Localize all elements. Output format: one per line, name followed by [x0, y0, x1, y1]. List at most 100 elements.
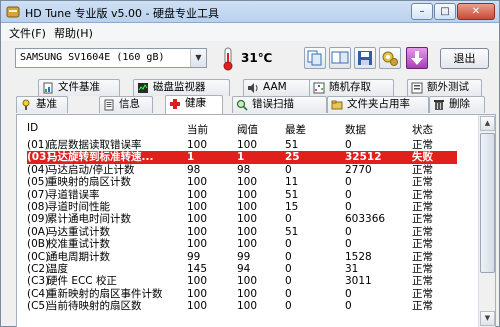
row-attribute-name: 通电周期计数	[47, 250, 110, 263]
row-data: 31	[345, 262, 359, 275]
tab-label: 信息	[119, 98, 140, 110]
maximize-button[interactable]: □	[434, 3, 456, 20]
row-threshold: 1	[237, 151, 245, 164]
row-current: 100	[187, 238, 208, 251]
table-row[interactable]: (09) 累计通电时间计数 100 100 0 603366 正常	[27, 213, 457, 225]
row-current: 98	[187, 163, 201, 176]
table-row[interactable]: (04) 马达启动/停止计数 98 98 0 2770 正常	[27, 164, 457, 176]
col-worst-header[interactable]: 最差	[285, 122, 306, 137]
row-threshold: 100	[237, 225, 258, 238]
row-attribute-name: 寻道错误率	[47, 188, 100, 201]
row-data: 0	[345, 200, 352, 213]
menu-help[interactable]: 帮助(H)	[54, 25, 93, 41]
row-id: (C3)	[27, 275, 50, 288]
col-threshold-header[interactable]: 阈值	[237, 122, 258, 137]
copy-all-button[interactable]	[329, 47, 351, 69]
row-threshold: 100	[237, 176, 258, 189]
tab-benchmark[interactable]: 基准	[16, 96, 68, 113]
window-controls: – □ ✕	[411, 3, 495, 21]
row-current: 100	[187, 176, 208, 189]
tab-row-2: 基准 信息 健康 错误扫描 文件夹占用率 删除	[16, 95, 496, 114]
row-worst: 0	[285, 275, 292, 288]
smart-table-header: ID 当前 阈值 最差 数据 状态	[27, 122, 457, 138]
scroll-down-icon[interactable]: ▼	[480, 311, 495, 326]
exit-button[interactable]: 退出	[440, 48, 489, 69]
row-current: 100	[187, 213, 208, 226]
table-row[interactable]: (03) 马达旋转到标准转速... 1 1 25 32512 失败	[27, 151, 457, 164]
table-row[interactable]: (0C) 通电周期计数 99 99 0 1528 正常	[27, 251, 457, 263]
row-attribute-name: 马达重试计数	[47, 225, 110, 238]
row-status: 正常	[412, 250, 433, 263]
row-current: 145	[187, 262, 208, 275]
row-threshold: 98	[237, 163, 251, 176]
folder-usage-icon	[331, 100, 343, 110]
table-row[interactable]: (08) 寻道时间性能 100 100 15 0 正常	[27, 201, 457, 213]
row-id: (0B)	[27, 238, 50, 251]
scroll-up-icon[interactable]: ▲	[480, 116, 495, 131]
row-attribute-name: 重新映射的扇区事件计数	[47, 287, 163, 300]
row-data: 1528	[345, 250, 372, 263]
col-id-header[interactable]: ID	[27, 122, 38, 134]
drive-select[interactable]: SAMSUNG SV1604E (160 gB) ▼	[15, 48, 207, 68]
tab-label: 删除	[449, 98, 470, 110]
tab-label: 文件夹占用率	[347, 98, 410, 110]
row-data: 32512	[345, 151, 382, 164]
row-status: 正常	[412, 225, 433, 238]
row-current: 100	[187, 188, 208, 201]
table-row[interactable]: (C4) 重新映射的扇区事件计数 100 100 0 0 正常	[27, 288, 457, 300]
table-row[interactable]: (C2) 温度 145 94 0 31 正常	[27, 263, 457, 275]
row-status: 正常	[412, 287, 433, 300]
thermometer-icon	[223, 47, 233, 71]
row-threshold: 100	[237, 213, 258, 226]
col-current-header[interactable]: 当前	[187, 122, 208, 137]
row-data: 0	[345, 287, 352, 300]
options-button[interactable]	[379, 47, 401, 69]
close-button[interactable]: ✕	[457, 3, 495, 20]
menu-file[interactable]: 文件(F)	[9, 25, 46, 41]
table-row[interactable]: (0B) 校准重试计数 100 100 0 0 正常	[27, 238, 457, 250]
col-status-header[interactable]: 状态	[412, 122, 433, 137]
table-row[interactable]: (01) 底层数据读取错误率 100 100 51 0 正常	[27, 139, 457, 151]
minimize-button[interactable]: –	[411, 3, 433, 20]
title-bar: HD Tune 专业版 v5.00 - 硬盘专业工具 – □ ✕	[1, 1, 499, 23]
row-id: (07)	[27, 188, 49, 201]
tab-random-access[interactable]: 随机存取	[309, 79, 394, 96]
vertical-scrollbar[interactable]: ▲ ▼	[478, 115, 495, 327]
col-data-header[interactable]: 数据	[345, 122, 366, 137]
erase-icon	[434, 100, 444, 110]
chevron-down-icon[interactable]: ▼	[190, 49, 206, 67]
table-row[interactable]: (0A) 马达重试计数 100 100 51 0 正常	[27, 226, 457, 238]
scroll-thumb[interactable]	[480, 133, 495, 273]
down-arrow-button[interactable]	[406, 47, 428, 69]
row-threshold: 100	[237, 139, 258, 151]
table-row[interactable]: (C3) 硬件 ECC 校正 100 100 0 3011 正常	[27, 275, 457, 287]
row-current: 1	[187, 151, 195, 164]
row-worst: 0	[285, 163, 292, 176]
save-button[interactable]	[354, 47, 376, 69]
window-title: HD Tune 专业版 v5.00 - 硬盘专业工具	[25, 7, 219, 20]
tab-file-benchmark[interactable]: 文件基准	[38, 79, 120, 96]
tab-erase[interactable]: 删除	[429, 96, 485, 113]
row-attribute-name: 重映射的扇区计数	[47, 176, 131, 189]
error-scan-icon	[236, 99, 248, 111]
tab-error-scan[interactable]: 错误扫描	[232, 96, 327, 113]
floppy-disk-icon	[358, 51, 372, 65]
row-data: 0	[345, 300, 352, 313]
tab-aam[interactable]: AAM	[243, 79, 315, 96]
tab-label: AAM	[263, 81, 287, 93]
table-row[interactable]: (05) 重映射的扇区计数 100 100 11 0 正常	[27, 176, 457, 188]
table-row[interactable]: (07) 寻道错误率 100 100 51 0 正常	[27, 189, 457, 201]
tab-health[interactable]: 健康	[165, 95, 223, 114]
hdtune-app-icon	[6, 6, 20, 18]
disk-monitor-icon	[138, 83, 148, 93]
copy-button[interactable]	[304, 47, 326, 69]
tab-extra-tests[interactable]: 额外测试	[407, 79, 482, 96]
tab-folder-usage[interactable]: 文件夹占用率	[327, 96, 429, 113]
tab-disk-monitor[interactable]: 磁盘监视器	[133, 79, 230, 96]
table-row[interactable]: (C5) 当前待映射的扇区数 100 100 0 0 正常	[27, 300, 457, 312]
tab-info[interactable]: 信息	[99, 96, 153, 113]
row-status: 正常	[412, 176, 433, 189]
row-id: (05)	[27, 176, 49, 189]
row-threshold: 100	[237, 188, 258, 201]
health-cross-icon	[170, 99, 180, 109]
